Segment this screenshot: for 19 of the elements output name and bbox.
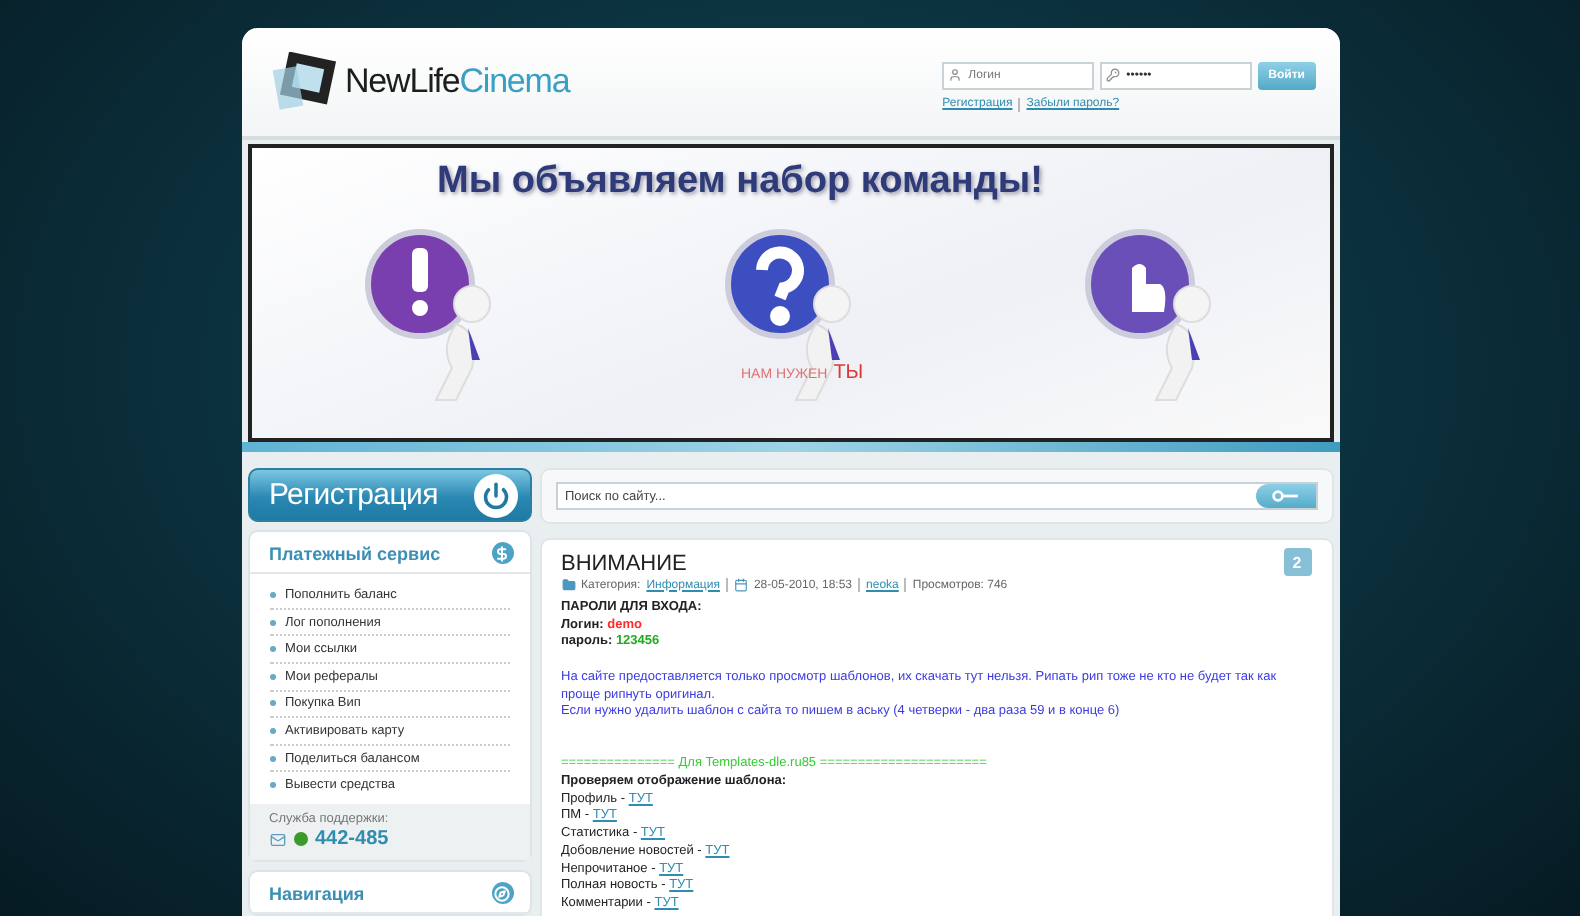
user-icon <box>948 67 963 81</box>
support-phone: 442-485 <box>315 828 389 850</box>
key-icon <box>1106 67 1121 81</box>
banner-headline: Мы объявляем набор команды! <box>437 160 1043 204</box>
panel-title: Навигация <box>269 883 365 903</box>
compass-icon <box>491 882 513 904</box>
dollar-icon <box>491 542 513 565</box>
panel-title: Платежный сервис <box>269 543 441 564</box>
status-icon <box>293 832 307 846</box>
site-logo[interactable]: NewLifeCinema <box>345 62 570 102</box>
comment-count[interactable]: 2 <box>1283 548 1311 576</box>
search-button[interactable] <box>1255 484 1315 508</box>
search-icon <box>1271 490 1299 502</box>
power-icon <box>473 473 517 518</box>
folder-icon <box>561 578 575 592</box>
calendar-icon <box>733 578 748 592</box>
mail-icon <box>269 831 285 847</box>
post-title[interactable]: ВНИМАНИЕ <box>561 552 687 576</box>
register-button[interactable]: Регистрация <box>247 468 531 523</box>
